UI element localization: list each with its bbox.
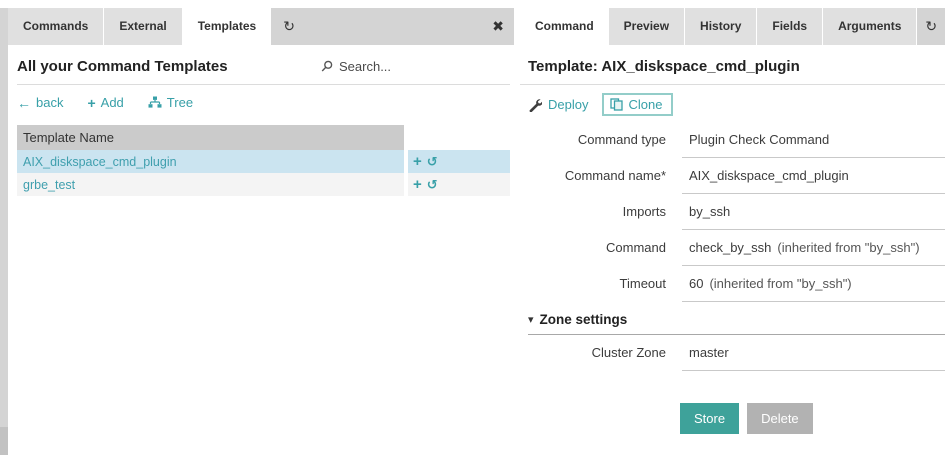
field-label: Command xyxy=(528,230,666,266)
add-from-template-icon[interactable]: + xyxy=(413,154,422,169)
right-actions-row: Deploy Clone xyxy=(520,85,945,120)
template-link[interactable]: grbe_test xyxy=(23,178,75,192)
sitemap-icon xyxy=(148,96,162,109)
template-detail-panel: Command Preview History Fields Arguments… xyxy=(520,0,945,455)
refresh-icon[interactable]: ↻ xyxy=(271,8,307,45)
history-icon[interactable]: ↺ xyxy=(427,155,438,168)
actions-header xyxy=(408,125,510,150)
delete-button[interactable]: Delete xyxy=(747,403,813,434)
timeout-input[interactable]: 60 (inherited from "by_ssh") xyxy=(682,266,945,302)
form-row-command: Command check_by_ssh (inherited from "by… xyxy=(528,230,945,266)
search-icon xyxy=(320,60,333,73)
command-name-input[interactable]: AIX_diskspace_cmd_plugin xyxy=(682,158,945,194)
form-row-cluster-zone: Cluster Zone master xyxy=(528,335,945,371)
page-title: All your Command Templates xyxy=(17,58,228,75)
add-link[interactable]: + Add xyxy=(87,95,123,110)
field-value: Plugin Check Command xyxy=(689,132,829,147)
commands-panel: Commands External Templates ↻ ✖ All your… xyxy=(0,0,514,455)
caret-down-icon: ▾ xyxy=(528,313,534,326)
form-row-command-name: Command name* AIX_diskspace_cmd_plugin xyxy=(528,158,945,194)
right-content: Template: AIX_diskspace_cmd_plugin Deplo… xyxy=(520,45,945,434)
store-button[interactable]: Store xyxy=(680,403,739,434)
command-type-select[interactable]: Plugin Check Command xyxy=(682,122,945,158)
form-buttons: Store Delete xyxy=(680,403,945,434)
field-label: Cluster Zone xyxy=(528,335,666,371)
tab-arguments[interactable]: Arguments xyxy=(823,8,917,45)
left-header-row: All your Command Templates Search... xyxy=(17,45,510,85)
left-tab-bar: Commands External Templates ↻ ✖ xyxy=(0,8,514,45)
inherited-hint: (inherited from "by_ssh") xyxy=(709,276,851,291)
tab-commands[interactable]: Commands xyxy=(8,8,104,45)
close-icon[interactable]: ✖ xyxy=(488,8,508,45)
table-row[interactable]: AIX_diskspace_cmd_plugin + ↺ xyxy=(17,150,510,173)
field-value: by_ssh xyxy=(689,204,730,219)
table-header-row: Template Name xyxy=(17,125,510,150)
left-scrollbar-thumb[interactable] xyxy=(0,427,8,455)
left-scrollbar[interactable] xyxy=(0,8,8,455)
left-actions-row: ← back + Add Tree xyxy=(17,85,510,118)
plus-icon: + xyxy=(87,97,95,109)
left-content: All your Command Templates Search... ← b… xyxy=(17,45,510,196)
field-value: 60 xyxy=(689,276,703,291)
command-input[interactable]: check_by_ssh (inherited from "by_ssh") xyxy=(682,230,945,266)
field-label: Timeout xyxy=(528,266,666,302)
field-label: Imports xyxy=(528,194,666,230)
tab-templates[interactable]: Templates xyxy=(183,8,271,45)
deploy-link[interactable]: Deploy xyxy=(528,97,588,112)
form-row-timeout: Timeout 60 (inherited from "by_ssh") xyxy=(528,266,945,302)
form-row-imports: Imports by_ssh xyxy=(528,194,945,230)
add-link-label: Add xyxy=(101,95,124,110)
tab-command[interactable]: Command xyxy=(520,8,609,45)
zone-settings-section-toggle[interactable]: ▾ Zone settings xyxy=(528,307,945,335)
field-label: Command name* xyxy=(528,158,666,194)
tab-preview[interactable]: Preview xyxy=(609,8,685,45)
tab-external[interactable]: External xyxy=(104,8,182,45)
search-input[interactable]: Search... xyxy=(320,59,510,74)
refresh-icon[interactable]: ↻ xyxy=(917,8,945,45)
template-link[interactable]: AIX_diskspace_cmd_plugin xyxy=(23,155,177,169)
wrench-icon xyxy=(528,98,542,112)
section-label: Zone settings xyxy=(540,312,628,327)
clone-icon xyxy=(610,98,623,111)
template-table: Template Name AIX_diskspace_cmd_plugin +… xyxy=(17,125,510,196)
back-arrow-icon: ← xyxy=(17,97,31,109)
imports-select[interactable]: by_ssh xyxy=(682,194,945,230)
tree-link-label: Tree xyxy=(167,95,193,110)
director-app: Commands External Templates ↻ ✖ All your… xyxy=(0,0,945,455)
tab-history[interactable]: History xyxy=(685,8,757,45)
table-row[interactable]: grbe_test + ↺ xyxy=(17,173,510,196)
template-title: Template: AIX_diskspace_cmd_plugin xyxy=(520,45,945,85)
tab-fields[interactable]: Fields xyxy=(757,8,823,45)
template-name-header[interactable]: Template Name xyxy=(17,125,404,150)
inherited-hint: (inherited from "by_ssh") xyxy=(777,240,919,255)
clone-button[interactable]: Clone xyxy=(602,93,673,116)
cluster-zone-select[interactable]: master xyxy=(682,335,945,371)
field-value: AIX_diskspace_cmd_plugin xyxy=(689,168,849,183)
search-placeholder: Search... xyxy=(339,59,391,74)
history-icon[interactable]: ↺ xyxy=(427,178,438,191)
add-from-template-icon[interactable]: + xyxy=(413,177,422,192)
deploy-link-label: Deploy xyxy=(548,97,588,112)
form-row-command-type: Command type Plugin Check Command xyxy=(528,122,945,158)
back-link-label: back xyxy=(36,95,63,110)
clone-button-label: Clone xyxy=(628,97,662,112)
command-form: Command type Plugin Check Command Comman… xyxy=(520,122,945,434)
back-link[interactable]: ← back xyxy=(17,95,63,110)
tree-link[interactable]: Tree xyxy=(148,95,193,110)
field-value: master xyxy=(689,345,729,360)
field-value: check_by_ssh xyxy=(689,240,771,255)
field-label: Command type xyxy=(528,122,666,158)
right-tab-bar: Command Preview History Fields Arguments… xyxy=(520,8,945,45)
